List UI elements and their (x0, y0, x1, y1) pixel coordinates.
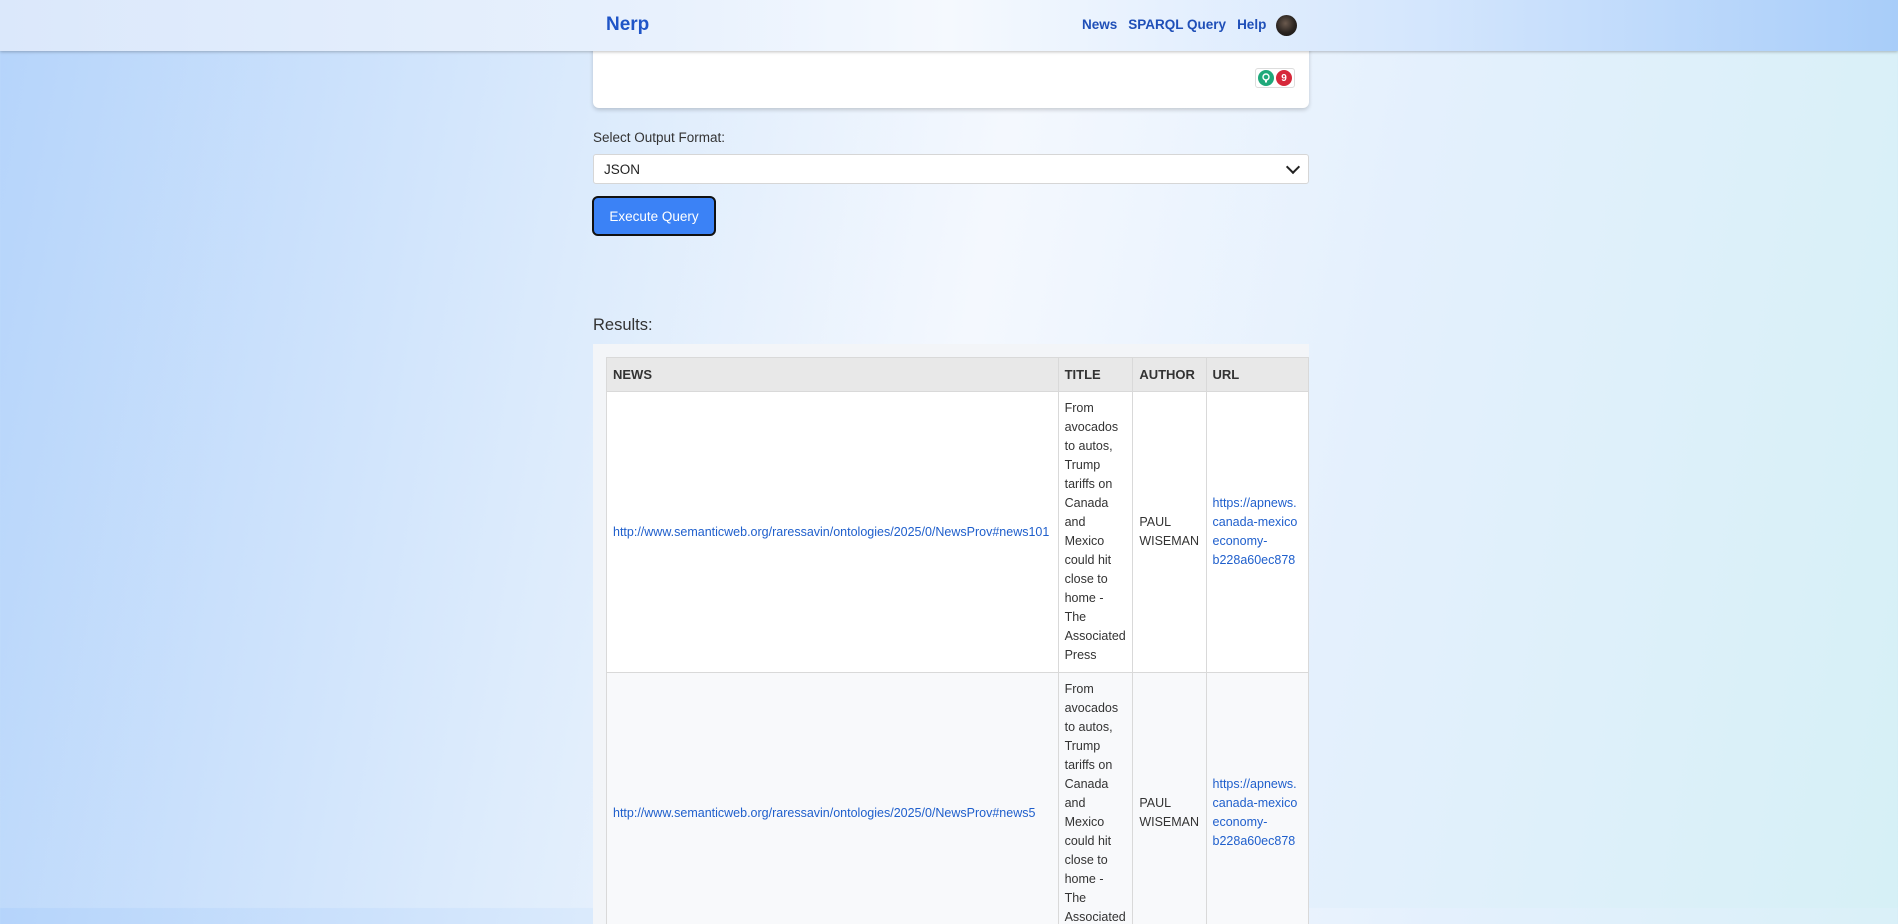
extension-badge[interactable]: 9 (1276, 70, 1292, 86)
news-cell: http://www.semanticweb.org/raressavin/on… (607, 392, 1059, 673)
table-row: http://www.semanticweb.org/raressavin/on… (607, 673, 1309, 924)
title-cell: From avocados to autos, Trump tariffs on… (1058, 673, 1133, 924)
column-header-title: TITLE (1058, 358, 1133, 392)
news-link[interactable]: http://www.semanticweb.org/raressavin/on… (613, 525, 1049, 539)
output-format-select[interactable]: JSON (593, 154, 1309, 184)
url-line: economy- (1213, 534, 1268, 548)
results-title: Results: (593, 316, 653, 335)
url-line: canada-mexico (1213, 796, 1298, 810)
results-table: NEWS TITLE AUTHOR URL http://www.semanti… (606, 357, 1309, 924)
extension-icons: 9 (1255, 68, 1295, 88)
table-header-row: NEWS TITLE AUTHOR URL (607, 358, 1309, 392)
url-link[interactable]: https://apnews. canada-mexico economy- b… (1213, 496, 1298, 567)
nav-link-sparql-query[interactable]: SPARQL Query (1128, 17, 1226, 32)
user-avatar[interactable] (1276, 15, 1297, 36)
nav-link-news[interactable]: News (1082, 17, 1117, 32)
nav-links: News SPARQL Query Help (1082, 17, 1277, 32)
title-cell: From avocados to autos, Trump tariffs on… (1058, 392, 1133, 673)
url-line: https://apnews. (1213, 777, 1297, 791)
url-line: economy- (1213, 815, 1268, 829)
url-line: b228a60ec878 (1213, 553, 1296, 567)
url-line: canada-mexico (1213, 515, 1298, 529)
chevron-down-icon (1286, 159, 1300, 173)
top-navbar: Nerp News SPARQL Query Help (0, 0, 1898, 51)
output-format-selected: JSON (604, 162, 640, 177)
column-header-url: URL (1206, 358, 1308, 392)
url-line: https://apnews. (1213, 496, 1297, 510)
execute-query-button[interactable]: Execute Query (592, 196, 716, 236)
url-cell: https://apnews. canada-mexico economy- b… (1206, 392, 1308, 673)
brand-logo[interactable]: Nerp (606, 14, 649, 36)
nav-link-help[interactable]: Help (1237, 17, 1266, 32)
table-row: http://www.semanticweb.org/raressavin/on… (607, 392, 1309, 673)
url-line: b228a60ec878 (1213, 834, 1296, 848)
news-link[interactable]: http://www.semanticweb.org/raressavin/on… (613, 806, 1035, 820)
author-cell: PAUL WISEMAN (1133, 392, 1206, 673)
column-header-news: NEWS (607, 358, 1059, 392)
author-cell: PAUL WISEMAN (1133, 673, 1206, 924)
output-format-label: Select Output Format: (593, 130, 725, 145)
results-container[interactable]: NEWS TITLE AUTHOR URL http://www.semanti… (593, 344, 1309, 924)
lightbulb-icon[interactable] (1258, 70, 1274, 86)
news-cell: http://www.semanticweb.org/raressavin/on… (607, 673, 1059, 924)
url-link[interactable]: https://apnews. canada-mexico economy- b… (1213, 777, 1298, 848)
column-header-author: AUTHOR (1133, 358, 1206, 392)
url-cell: https://apnews. canada-mexico economy- b… (1206, 673, 1308, 924)
